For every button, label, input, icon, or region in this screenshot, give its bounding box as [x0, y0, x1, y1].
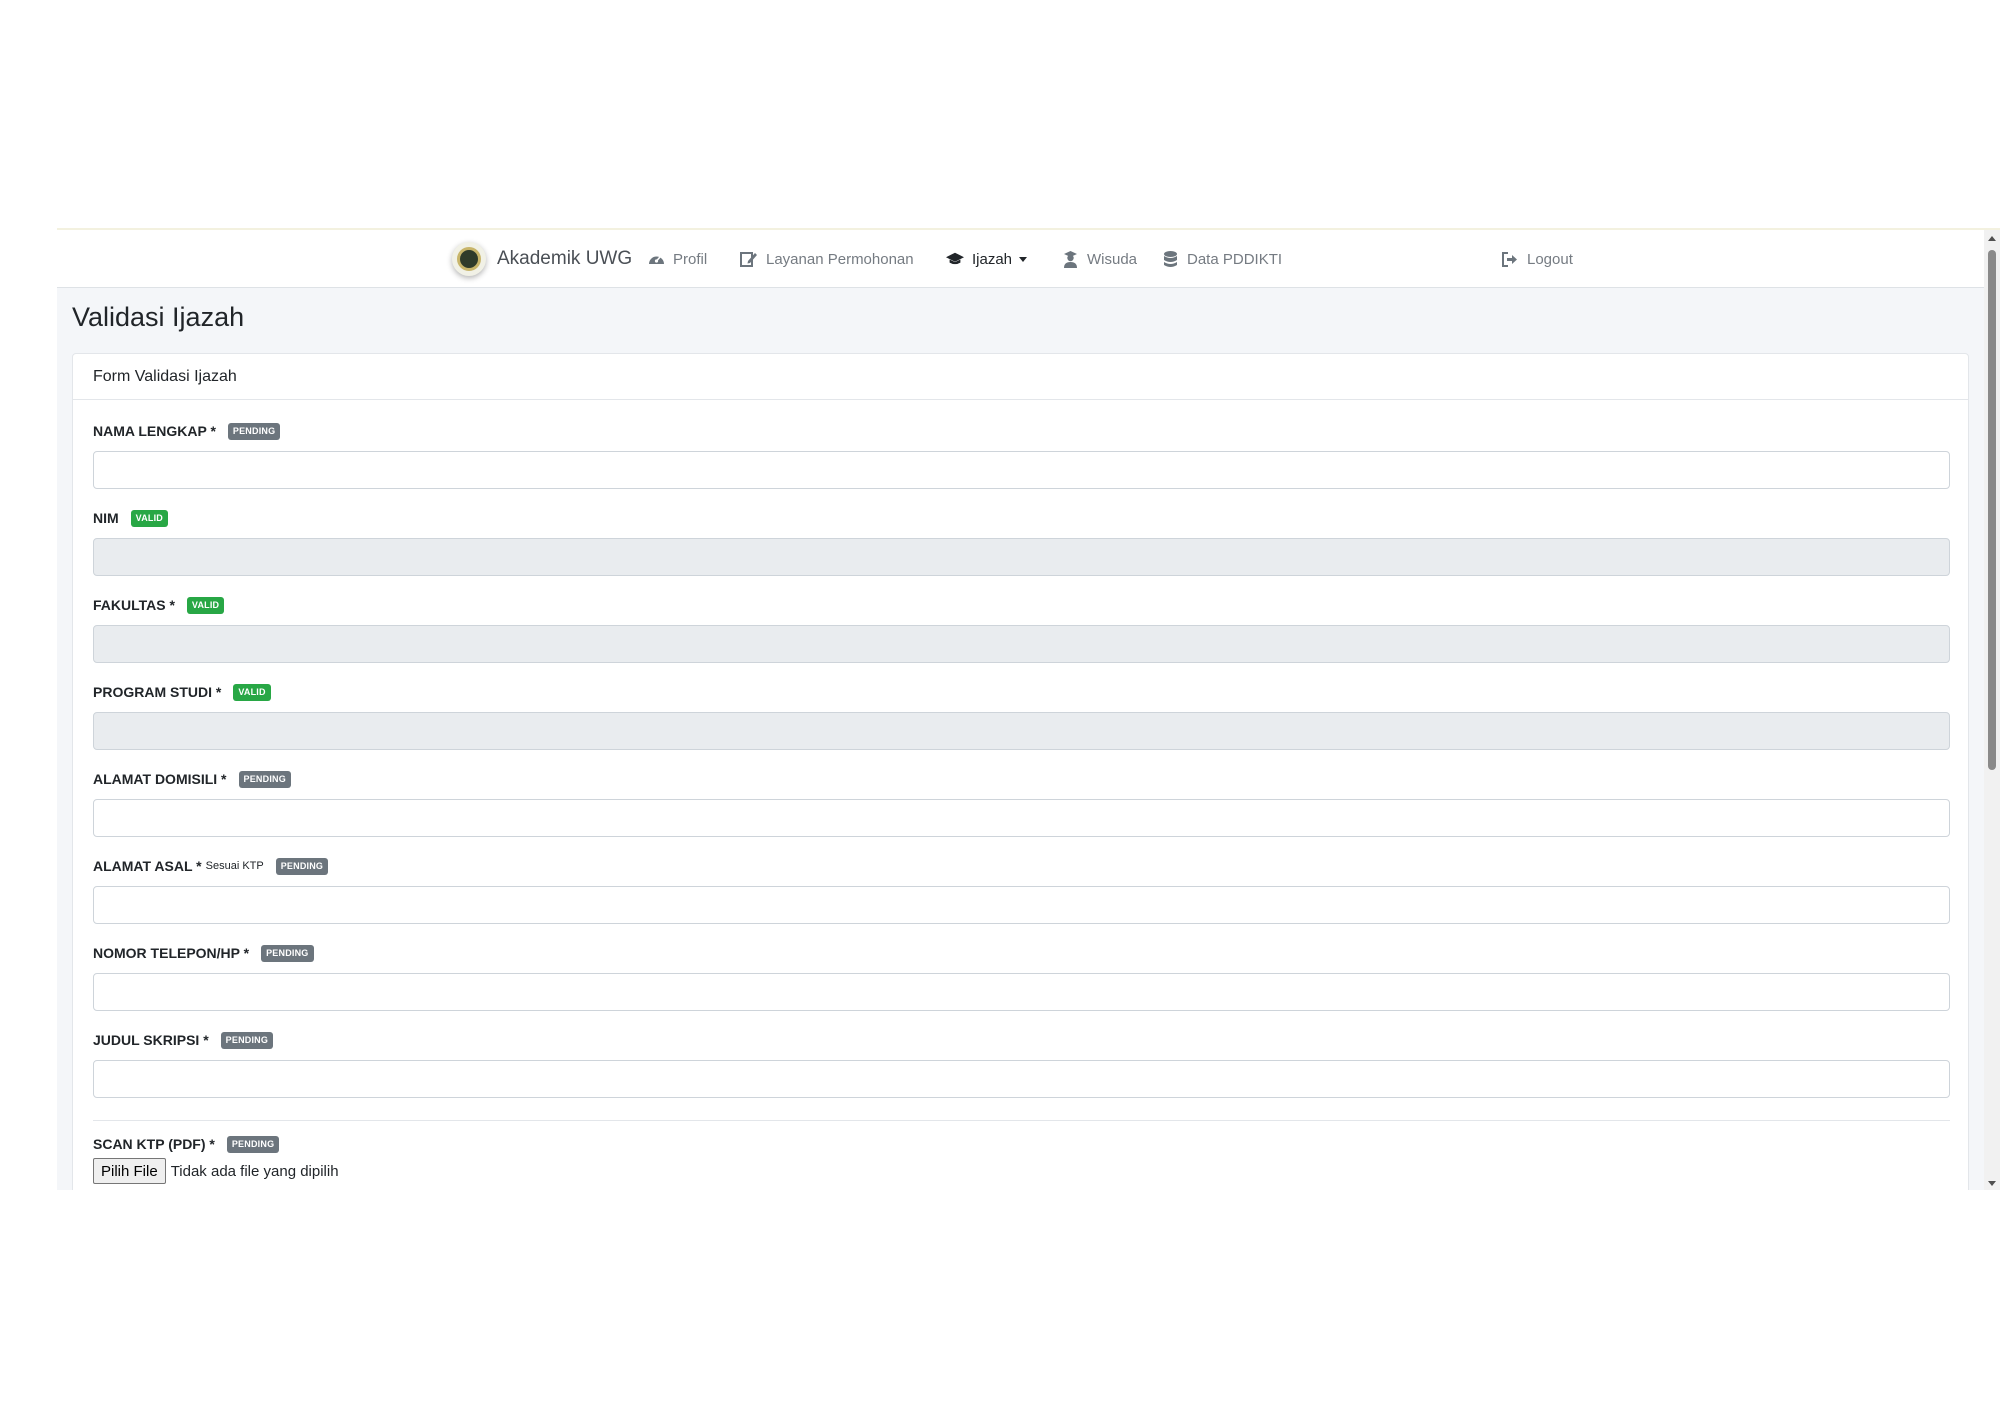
field-note: Sesuai KTP	[205, 860, 264, 872]
field-alamat-domisili: ALAMAT DOMISILI * PENDING	[93, 769, 1950, 837]
nav-label-data-pddikti: Data PDDIKTI	[1187, 250, 1283, 268]
tachometer-icon	[647, 250, 665, 268]
section-divider	[93, 1120, 1950, 1121]
program-studi-input	[93, 712, 1950, 750]
nav-item-logout[interactable]: Logout	[1501, 247, 1573, 271]
page-title: Validasi Ijazah	[72, 302, 245, 332]
brand-text: Akademik UWG	[497, 248, 633, 269]
status-badge: PENDING	[238, 770, 291, 788]
card-header: Form Validasi Ijazah	[73, 354, 1968, 400]
sign-out-icon	[1501, 250, 1519, 268]
field-nama-lengkap: NAMA LENGKAP * PENDING	[93, 421, 1950, 489]
status-badge: PENDING	[220, 1031, 274, 1049]
status-badge: PENDING	[261, 944, 314, 962]
field-label: NIM	[93, 510, 119, 526]
alamat-asal-input[interactable]	[93, 886, 1950, 924]
database-icon	[1161, 250, 1179, 268]
edit-icon	[740, 250, 758, 268]
field-label: JUDUL SKRIPSI *	[93, 1032, 209, 1048]
file-status-text: Tidak ada file yang dipilih	[170, 1162, 339, 1180]
field-fakultas: FAKULTAS * VALID	[93, 595, 1950, 663]
field-label: SCAN KTP (PDF) *	[93, 1136, 215, 1152]
scroll-down-arrow-icon[interactable]	[1988, 1181, 1996, 1186]
status-badge: VALID	[186, 596, 225, 614]
status-badge: VALID	[233, 683, 271, 701]
chevron-down-icon	[1019, 256, 1028, 262]
field-alamat-asal: ALAMAT ASAL * Sesuai KTP PENDING	[93, 856, 1950, 924]
graduation-cap-icon	[946, 250, 964, 268]
scrollbar-thumb[interactable]	[1988, 250, 1996, 770]
field-label: FAKULTAS *	[93, 597, 175, 613]
nav-label-wisuda: Wisuda	[1087, 250, 1138, 268]
user-graduate-icon	[1061, 250, 1079, 268]
nim-input	[93, 538, 1950, 576]
browser-viewport: Akademik UWG Profil Layanan Permohonan I…	[57, 228, 2000, 1190]
university-logo	[452, 242, 486, 276]
field-nim: NIM VALID	[93, 508, 1950, 576]
nav-label-ijazah: Ijazah	[972, 250, 1013, 268]
nav-label-profil: Profil	[673, 250, 708, 268]
validation-form-card: Form Validasi Ijazah NAMA LENGKAP * PEND…	[72, 353, 1969, 1190]
fakultas-input	[93, 625, 1950, 663]
vertical-scrollbar[interactable]	[1984, 230, 2000, 1190]
nav-item-ijazah[interactable]: Ijazah	[946, 247, 1028, 271]
nomor-telepon-input[interactable]	[93, 973, 1950, 1011]
brand-link[interactable]: Akademik UWG	[452, 239, 632, 279]
status-badge: PENDING	[275, 857, 329, 875]
field-scan-ktp: SCAN KTP (PDF) * PENDING Pilih File Tida…	[93, 1134, 1950, 1184]
field-label: PROGRAM STUDI *	[93, 684, 222, 700]
file-upload-input[interactable]: Pilih File Tidak ada file yang dipilih	[93, 1158, 339, 1184]
field-label: NAMA LENGKAP *	[93, 423, 216, 439]
top-navbar: Akademik UWG Profil Layanan Permohonan I…	[57, 230, 1984, 288]
field-label: NOMOR TELEPON/HP *	[93, 945, 250, 961]
status-badge: PENDING	[226, 1135, 280, 1153]
nav-item-profil[interactable]: Profil	[647, 247, 707, 271]
nav-item-wisuda[interactable]: Wisuda	[1061, 247, 1137, 271]
nama-lengkap-input[interactable]	[93, 451, 1950, 489]
nav-label-layanan-permohonan: Layanan Permohonan	[766, 250, 914, 268]
judul-skripsi-input[interactable]	[93, 1060, 1950, 1098]
alamat-domisili-input[interactable]	[93, 799, 1950, 837]
field-nomor-telepon: NOMOR TELEPON/HP * PENDING	[93, 943, 1950, 1011]
nav-item-layanan-permohonan[interactable]: Layanan Permohonan	[740, 247, 914, 271]
field-judul-skripsi: JUDUL SKRIPSI * PENDING	[93, 1030, 1950, 1098]
scroll-up-arrow-icon[interactable]	[1988, 236, 1996, 241]
status-badge: PENDING	[227, 422, 281, 440]
field-program-studi: PROGRAM STUDI * VALID	[93, 682, 1950, 750]
nav-label-logout: Logout	[1527, 250, 1573, 268]
field-label: ALAMAT DOMISILI *	[93, 771, 227, 787]
nav-item-data-pddikti[interactable]: Data PDDIKTI	[1161, 247, 1282, 271]
field-label: ALAMAT ASAL *	[93, 858, 202, 874]
status-badge: VALID	[130, 509, 169, 527]
choose-file-button[interactable]: Pilih File	[93, 1158, 166, 1184]
